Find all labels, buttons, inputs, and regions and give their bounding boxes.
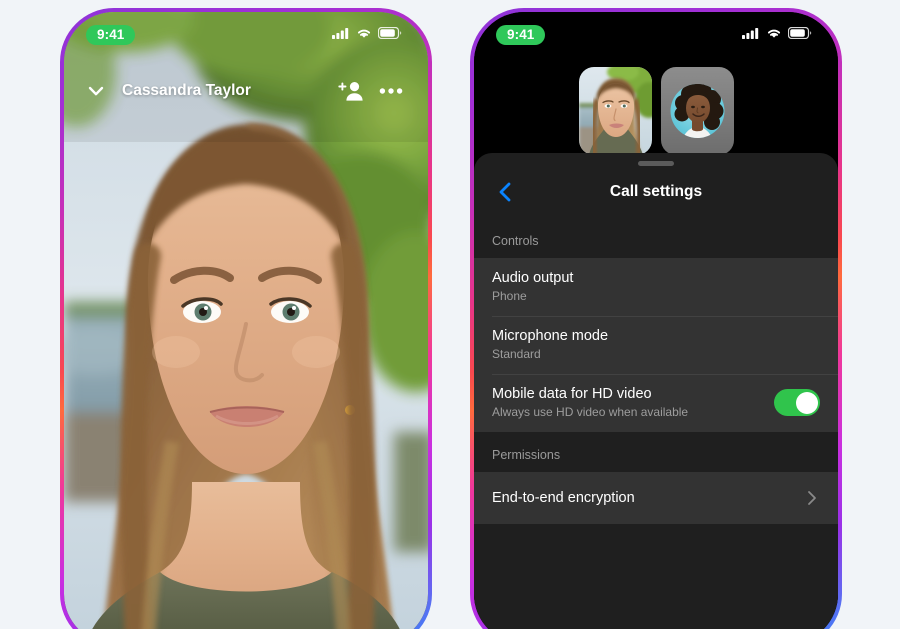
setting-row-microphone-mode[interactable]: Microphone mode Standard	[474, 316, 838, 374]
participant-avatar-tile[interactable]	[660, 67, 734, 155]
sheet-nav-bar: Call settings	[474, 166, 838, 218]
screenshot-stage: 9:41 Cassandra Taylor 9:41 Call settings…	[0, 0, 900, 629]
setting-row-audio-output[interactable]: Audio output Phone	[474, 258, 838, 316]
row-subtitle: Phone	[492, 289, 527, 304]
phone-device-left: 9:41 Cassandra Taylor	[60, 8, 432, 629]
call-settings-sheet: Call settings Controls Audio output Phon…	[474, 153, 838, 629]
controls-rows-group: Audio output Phone Microphone mode Stand…	[474, 258, 838, 433]
add-person-icon[interactable]	[336, 76, 366, 106]
toggle-knob	[795, 391, 818, 414]
section-header-permissions: Permissions	[474, 432, 838, 473]
phone-device-right: 9:41 Call settings Controls Audio output…	[470, 8, 842, 629]
setting-row-mobile-data-hd-video[interactable]: Mobile data for HD video Always use HD v…	[474, 374, 838, 432]
more-options-icon[interactable]	[376, 76, 406, 106]
permissions-rows-group: End-to-end encryption	[474, 472, 838, 525]
row-subtitle: Standard	[492, 347, 541, 362]
contact-name: Cassandra Taylor	[122, 82, 251, 99]
status-time: 9:41	[86, 24, 136, 46]
phone-screen-right: 9:41 Call settings Controls Audio output…	[474, 12, 838, 629]
battery-icon	[377, 26, 402, 44]
row-texts: Microphone mode Standard	[492, 327, 820, 362]
wifi-icon	[356, 26, 372, 44]
battery-icon	[787, 26, 812, 44]
row-texts: End-to-end encryption	[492, 489, 796, 507]
row-title: Audio output	[492, 270, 574, 286]
call-settings-body: 9:41 Call settings Controls Audio output…	[474, 12, 838, 629]
row-texts: Audio output Phone	[492, 269, 820, 304]
setting-row-end-to-end-encryption[interactable]: End-to-end encryption	[474, 472, 838, 524]
participant-tiles	[474, 67, 838, 155]
cellular-signal-icon	[742, 26, 760, 44]
chevron-left-icon[interactable]	[492, 179, 518, 205]
status-icons	[742, 26, 812, 44]
status-bar-left: 9:41	[64, 12, 428, 58]
status-icons	[332, 26, 402, 44]
row-title: End-to-end encryption	[492, 489, 635, 506]
phone-screen-left: 9:41 Cassandra Taylor	[64, 12, 428, 629]
section-header-controls: Controls	[474, 218, 838, 258]
row-texts: Mobile data for HD video Always use HD v…	[492, 385, 774, 420]
chevron-down-icon[interactable]	[82, 77, 110, 105]
cellular-signal-icon	[332, 26, 350, 44]
call-header: Cassandra Taylor	[64, 70, 428, 112]
participant-video-tile[interactable]	[578, 67, 652, 155]
wifi-icon	[766, 26, 782, 44]
hd-video-toggle[interactable]	[774, 389, 820, 417]
chevron-right-icon	[804, 490, 820, 506]
row-title: Mobile data for HD video	[492, 386, 652, 403]
row-subtitle: Always use HD video when available	[492, 405, 689, 420]
row-title: Microphone mode	[492, 328, 609, 345]
status-bar-right: 9:41	[474, 12, 838, 58]
sheet-title: Call settings	[609, 183, 703, 200]
status-time: 9:41	[496, 24, 546, 46]
